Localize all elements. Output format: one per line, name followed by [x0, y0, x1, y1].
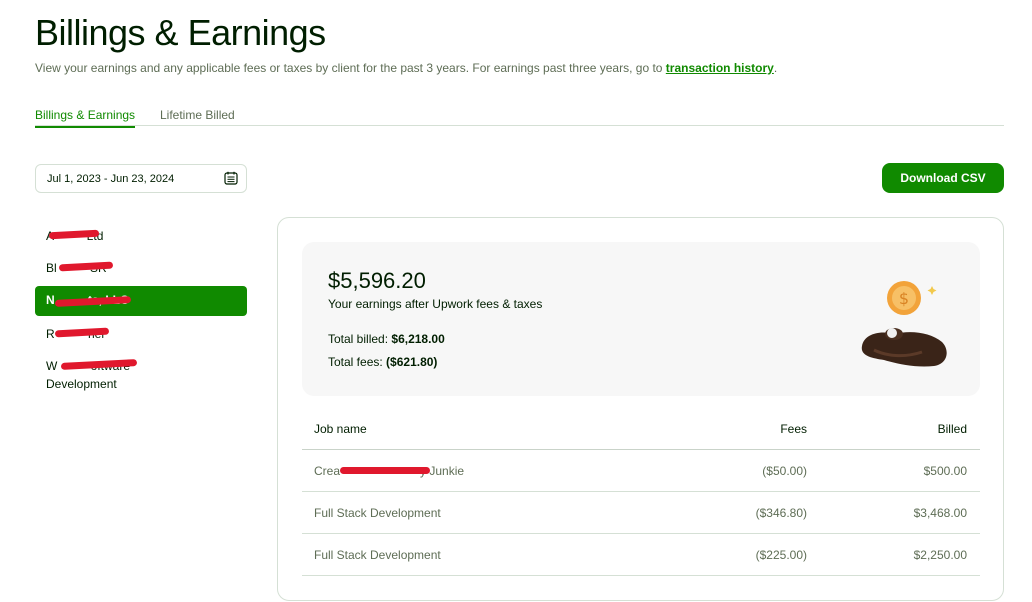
total-fees-label: Total fees:: [328, 355, 383, 369]
table-row: Full Stack Development ($225.00) $2,250.…: [302, 534, 980, 576]
column-header-job: Job name: [314, 422, 367, 436]
date-range-picker[interactable]: Jul 1, 2023 - Jun 23, 2024: [35, 164, 247, 193]
client-list: A Ltd Bl SR N ts, LLC R her W oftware De…: [35, 222, 247, 402]
client-item[interactable]: Bl SR: [35, 254, 247, 282]
job-name: Full Stack Development: [314, 548, 441, 562]
column-header-billed: Billed: [937, 422, 967, 436]
earnings-card: $5,596.20 Your earnings after Upwork fee…: [277, 217, 1004, 601]
job-billed: $500.00: [923, 464, 967, 478]
client-item[interactable]: W oftware Development: [35, 352, 205, 398]
column-header-fees: Fees: [780, 422, 807, 436]
subtitle-text: View your earnings and any applicable fe…: [35, 61, 666, 75]
jobs-table: Job name Fees Billed Crea y Junkie ($50.…: [302, 408, 980, 576]
subtitle-suffix: .: [773, 61, 778, 75]
table-row: Crea y Junkie ($50.00) $500.00: [302, 450, 980, 492]
total-billed-label: Total billed:: [328, 332, 389, 346]
coin-hand-illustration: $: [861, 281, 947, 367]
total-fees: Total fees: ($621.80): [328, 355, 437, 369]
table-row: Full Stack Development ($346.80) $3,468.…: [302, 492, 980, 534]
calendar-icon[interactable]: [224, 171, 238, 185]
total-fees-value: ($621.80): [386, 355, 438, 369]
table-header-row: Job name Fees Billed: [302, 408, 980, 450]
job-fees: ($225.00): [755, 548, 807, 562]
net-earnings-amount: $5,596.20: [328, 268, 426, 293]
transaction-history-link[interactable]: transaction history: [666, 61, 774, 75]
tab-lifetime-billed[interactable]: Lifetime Billed: [160, 108, 235, 126]
redaction-mark: [340, 467, 430, 474]
tab-bar: Billings & Earnings Lifetime Billed: [35, 108, 1004, 128]
job-name: Full Stack Development: [314, 506, 441, 520]
earnings-summary: $5,596.20 Your earnings after Upwork fee…: [302, 242, 980, 396]
net-earnings-label: Your earnings after Upwork fees & taxes: [328, 297, 543, 311]
total-billed-value: $6,218.00: [391, 332, 445, 346]
tab-billings-earnings[interactable]: Billings & Earnings: [35, 108, 136, 128]
job-fees: ($50.00): [762, 464, 807, 478]
job-billed: $2,250.00: [913, 548, 967, 562]
page-title: Billings & Earnings: [35, 12, 326, 53]
date-range-value: Jul 1, 2023 - Jun 23, 2024: [47, 172, 175, 185]
client-item[interactable]: A Ltd: [35, 222, 247, 250]
download-csv-button[interactable]: Download CSV: [882, 163, 1004, 193]
job-fees: ($346.80): [755, 506, 807, 520]
client-item[interactable]: R her: [35, 320, 247, 348]
page-subtitle: View your earnings and any applicable fe…: [35, 61, 777, 75]
client-item-active[interactable]: N ts, LLC: [35, 286, 247, 316]
total-billed: Total billed: $6,218.00: [328, 332, 445, 346]
svg-text:$: $: [899, 289, 909, 308]
job-billed: $3,468.00: [913, 506, 967, 520]
